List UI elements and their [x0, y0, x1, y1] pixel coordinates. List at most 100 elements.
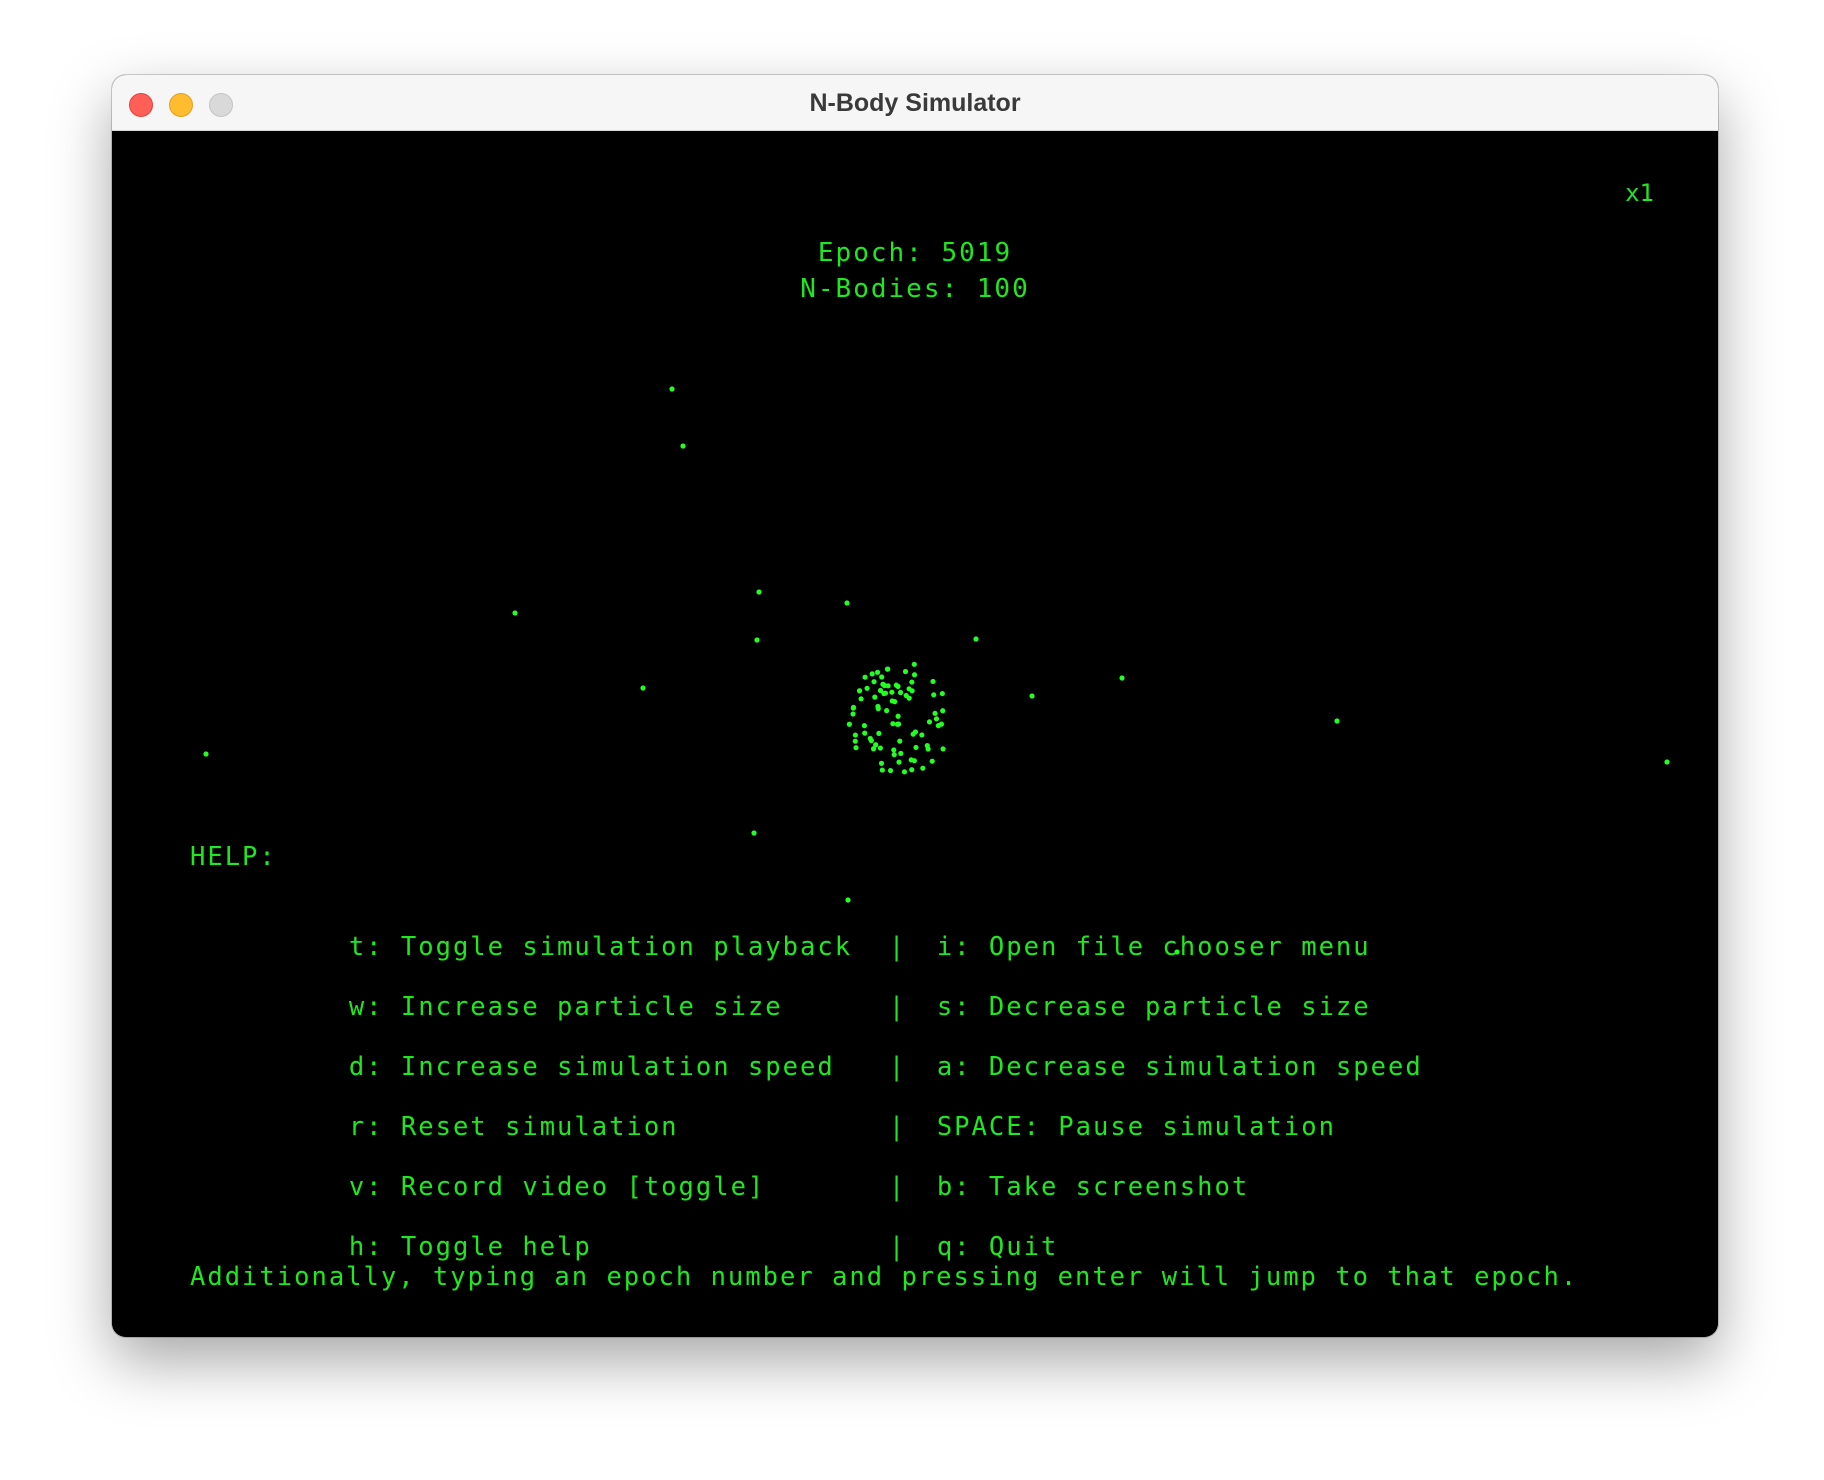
particle	[885, 666, 891, 672]
help-footer: Additionally, typing an epoch number and…	[190, 1262, 1579, 1292]
particle	[913, 744, 919, 751]
help-separator: |	[888, 992, 907, 1022]
particle	[881, 682, 888, 689]
particle	[864, 685, 870, 691]
help-key-right: SPACE: Pause simulation	[936, 1112, 1336, 1142]
particle	[925, 746, 931, 752]
particle	[868, 737, 874, 744]
particle	[858, 696, 864, 702]
particle	[920, 765, 926, 771]
help-key-right: b: Take screenshot	[936, 1172, 1250, 1202]
particle	[906, 695, 912, 701]
body-count: N-Bodies: 100	[800, 274, 1030, 304]
particle	[893, 682, 899, 688]
particle	[874, 669, 881, 675]
particle	[879, 767, 885, 773]
simulation-canvas[interactable]: x1 Epoch: 5019 N-Bodies: 100 HELP: t: To…	[112, 132, 1718, 1337]
particle	[909, 767, 915, 773]
particle	[929, 758, 935, 764]
particle	[882, 690, 889, 696]
particle	[884, 708, 890, 714]
particle	[1664, 759, 1670, 765]
particle	[877, 745, 883, 751]
particle	[930, 678, 936, 685]
app-window: N-Body Simulator x1 Epoch: 5019 N-Bodies…	[112, 75, 1718, 1337]
particle	[1029, 693, 1035, 699]
particle	[973, 636, 979, 642]
particle	[203, 751, 209, 757]
particle	[940, 708, 946, 714]
particle	[1119, 675, 1125, 681]
particle	[901, 769, 908, 775]
help-key-right: i: Open file chooser menu	[936, 932, 1371, 962]
help-panel: HELP: t: Toggle simulation playback | i: O…	[190, 842, 1576, 1292]
particle	[754, 637, 760, 643]
particle	[926, 719, 933, 725]
help-key-right: s: Decrease particle size	[936, 992, 1371, 1022]
particle	[898, 750, 904, 756]
particle	[909, 679, 915, 685]
particle	[889, 698, 895, 704]
particle	[931, 692, 937, 698]
particle	[853, 745, 859, 751]
particle	[940, 746, 946, 752]
help-separator: |	[888, 1112, 907, 1142]
help-key-left: h: Toggle help	[348, 1232, 592, 1262]
particle	[897, 738, 903, 744]
help-key-left: d: Increase simulation speed	[348, 1052, 835, 1082]
help-key-left: v: Record video [toggle]	[348, 1172, 766, 1202]
particle	[933, 716, 940, 722]
particle	[852, 738, 858, 744]
particle	[887, 767, 894, 774]
help-separator: |	[888, 1172, 907, 1202]
particle	[894, 721, 900, 727]
simulation-stats: Epoch: 5019 N-Bodies: 100	[112, 235, 1718, 307]
window-title: N-Body Simulator	[809, 89, 1021, 117]
particle	[895, 713, 901, 719]
particle	[919, 732, 925, 738]
help-key-left: r: Reset simulation	[348, 1112, 679, 1142]
particle	[751, 830, 757, 836]
title-bar[interactable]: N-Body Simulator	[112, 75, 1718, 131]
particle	[890, 721, 896, 727]
particle	[876, 730, 882, 736]
particle	[512, 610, 518, 616]
particle	[873, 742, 879, 748]
zoom-indicator: x1	[1625, 179, 1654, 207]
particle	[911, 672, 918, 678]
particle	[856, 688, 863, 694]
epoch-counter: Epoch: 5019	[817, 238, 1013, 268]
particle	[939, 690, 945, 697]
particle	[850, 704, 857, 710]
particle	[846, 721, 852, 727]
particle	[1334, 718, 1340, 724]
particle	[878, 760, 885, 766]
particle	[862, 730, 868, 736]
particle	[875, 706, 881, 712]
particle	[872, 694, 878, 700]
particle	[938, 721, 945, 727]
particle	[910, 731, 916, 737]
help-key-right: a: Decrease simulation speed	[936, 1052, 1423, 1082]
particle	[932, 710, 938, 716]
particle	[896, 759, 902, 765]
particle	[891, 752, 897, 758]
help-key-left: w: Increase particle size	[348, 992, 783, 1022]
particle	[906, 686, 912, 692]
particle	[669, 386, 675, 392]
particle	[911, 758, 917, 764]
help-separator: |	[888, 932, 907, 962]
particle	[640, 685, 646, 691]
particle	[852, 732, 858, 738]
help-separator: |	[888, 1052, 907, 1082]
particle	[889, 689, 895, 695]
particle	[871, 679, 877, 685]
particle	[680, 443, 686, 449]
particle	[850, 711, 856, 717]
particle	[911, 661, 917, 667]
particle	[861, 723, 867, 729]
help-key-left: t: Toggle simulation playback	[348, 932, 853, 962]
particle	[877, 687, 884, 694]
particle	[879, 674, 885, 680]
particle	[897, 689, 904, 696]
